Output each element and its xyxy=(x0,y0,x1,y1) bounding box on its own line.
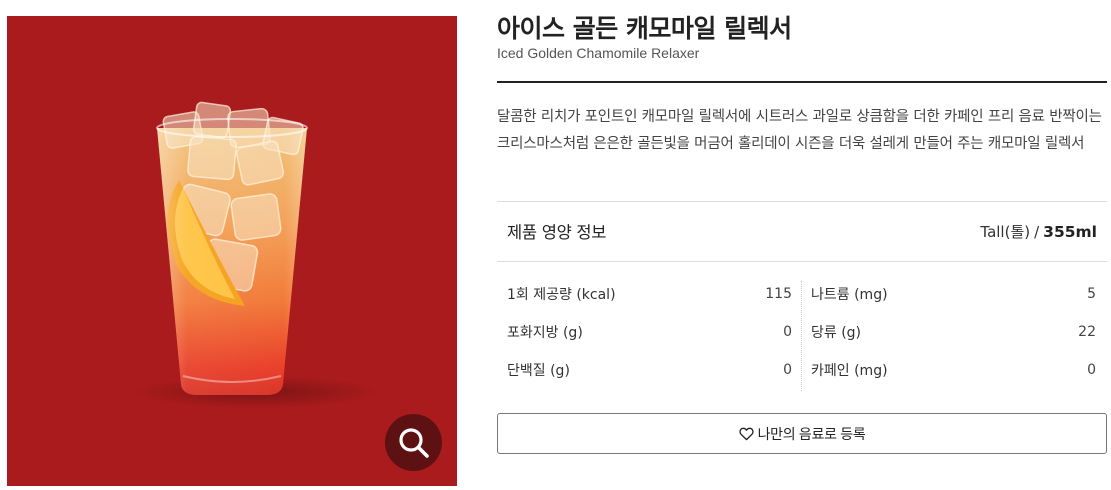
nutrition-header-divider xyxy=(497,261,1107,262)
nutrition-row: 포화지방 (g) 0 xyxy=(507,313,792,351)
zoom-button[interactable] xyxy=(385,414,442,471)
nutrition-value: 22 xyxy=(1078,324,1096,340)
nutrition-value: 0 xyxy=(783,362,792,378)
magnifier-icon xyxy=(398,427,429,458)
nutrition-value: 0 xyxy=(783,324,792,340)
size-volume: 355ml xyxy=(1043,222,1097,241)
serving-size: Tall(톨)/355ml xyxy=(980,221,1097,242)
nutrition-row: 카페인 (mg) 0 xyxy=(811,351,1096,389)
nutrition-value: 5 xyxy=(1087,286,1096,302)
title-divider xyxy=(497,81,1107,83)
product-title: 아이스 골든 캐모마일 릴렉서 xyxy=(497,14,792,43)
iced-drink-illustration xyxy=(137,101,377,408)
nutrition-label: 나트륨 (mg) xyxy=(811,287,888,303)
nutrition-value: 0 xyxy=(1087,362,1096,378)
nutrition-header: 제품 영양 정보 Tall(톨)/355ml xyxy=(497,202,1107,260)
add-to-my-drinks-label: 나만의 음료로 등록 xyxy=(757,425,866,442)
nutrition-column-right: 나트륨 (mg) 5 당류 (g) 22 카페인 (mg) 0 xyxy=(811,275,1096,390)
nutrition-title: 제품 영양 정보 xyxy=(507,223,607,242)
product-image xyxy=(7,16,457,486)
product-description: 달콤한 리치가 포인트인 캐모마일 릴렉서에 시트러스 과일로 상큼함을 더한 … xyxy=(497,109,1102,152)
size-label: Tall(톨) xyxy=(980,222,1031,241)
product-subtitle-en: Iced Golden Chamomile Relaxer xyxy=(497,45,700,61)
nutrition-label: 1회 제공량 (kcal) xyxy=(507,287,616,303)
nutrition-value: 115 xyxy=(765,286,792,302)
nutrition-row: 당류 (g) 22 xyxy=(811,313,1096,351)
nutrition-table: 1회 제공량 (kcal) 115 포화지방 (g) 0 단백질 (g) 0 나… xyxy=(497,275,1107,391)
nutrition-row: 단백질 (g) 0 xyxy=(507,351,792,389)
add-to-my-drinks-button[interactable]: 나만의 음료로 등록 xyxy=(497,413,1107,454)
nutrition-row: 1회 제공량 (kcal) 115 xyxy=(507,275,792,313)
nutrition-column-divider xyxy=(801,281,802,391)
heart-outline-icon xyxy=(738,427,754,441)
nutrition-column-left: 1회 제공량 (kcal) 115 포화지방 (g) 0 단백질 (g) 0 xyxy=(507,275,792,390)
size-separator: / xyxy=(1034,222,1040,241)
nutrition-label: 단백질 (g) xyxy=(507,363,570,379)
nutrition-row: 나트륨 (mg) 5 xyxy=(811,275,1096,313)
nutrition-label: 카페인 (mg) xyxy=(811,363,888,379)
nutrition-label: 포화지방 (g) xyxy=(507,325,583,341)
nutrition-label: 당류 (g) xyxy=(811,325,862,341)
